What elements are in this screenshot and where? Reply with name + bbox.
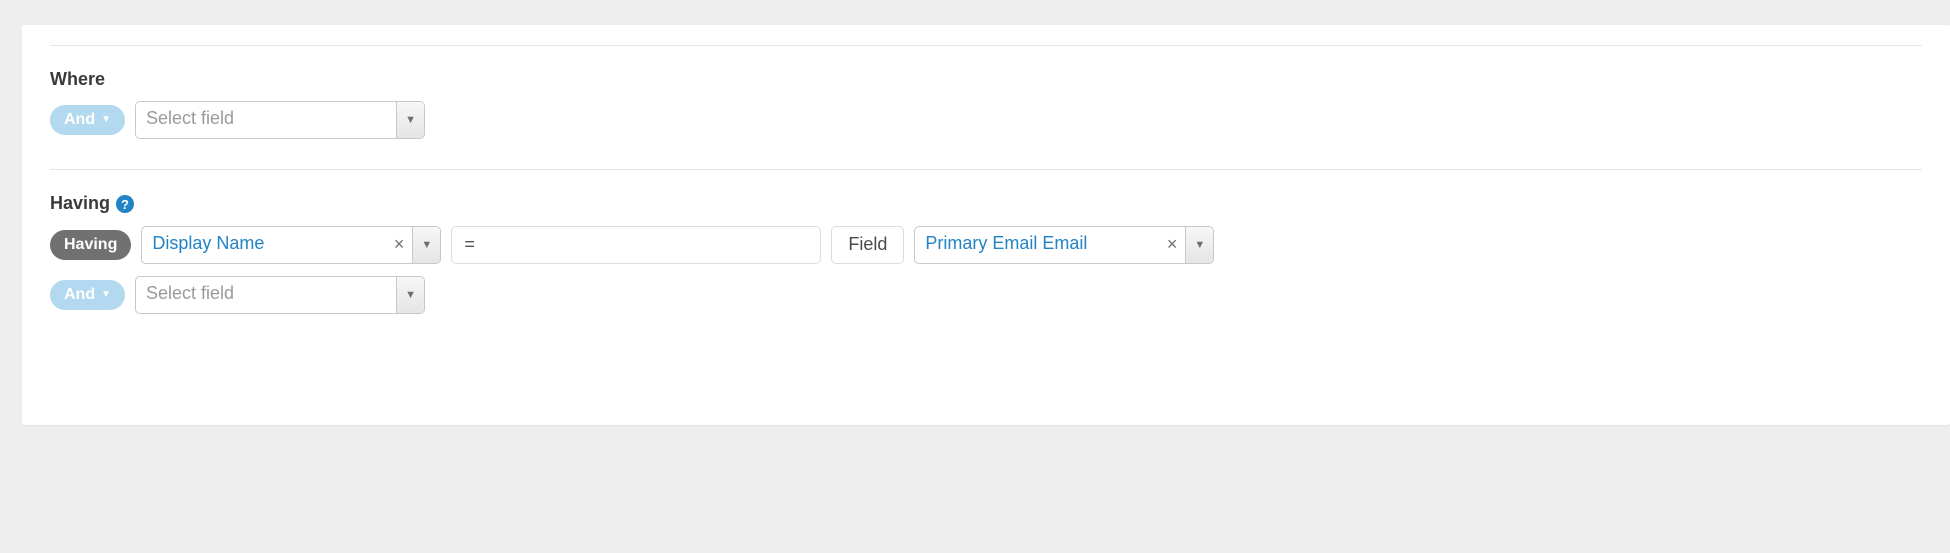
having-and-pill[interactable]: And ▼ [50, 280, 125, 310]
chevron-down-icon[interactable]: ▼ [396, 102, 424, 138]
chevron-down-icon[interactable]: ▼ [396, 277, 424, 313]
where-section: Where And ▼ Select field ▼ [50, 68, 1922, 139]
query-builder-card: Where And ▼ Select field ▼ Having ? [22, 25, 1950, 425]
chevron-down-icon: ▼ [101, 288, 111, 302]
where-field-select[interactable]: Select field ▼ [135, 101, 425, 139]
having-and-label: And [64, 284, 95, 306]
help-icon[interactable]: ? [116, 195, 134, 213]
having-right-field-value: Primary Email Email [915, 227, 1158, 263]
chevron-down-icon[interactable]: ▼ [412, 227, 440, 263]
clear-icon[interactable]: × [1159, 227, 1186, 263]
having-field-placeholder: Select field [136, 277, 396, 313]
having-left-field-value: Display Name [142, 227, 385, 263]
having-field-select[interactable]: Select field ▼ [135, 276, 425, 314]
where-row: And ▼ Select field ▼ [50, 101, 1922, 139]
having-add-row: And ▼ Select field ▼ [50, 276, 1922, 314]
where-and-pill[interactable]: And ▼ [50, 105, 125, 135]
having-right-field-select[interactable]: Primary Email Email × ▼ [914, 226, 1214, 264]
having-badge: Having [50, 230, 131, 260]
where-field-placeholder: Select field [136, 102, 396, 138]
having-compare-mode-value: Field [848, 234, 887, 255]
page-wrap: Where And ▼ Select field ▼ Having ? [0, 0, 1950, 425]
where-heading: Where [50, 68, 1922, 91]
having-left-field-select[interactable]: Display Name × ▼ [141, 226, 441, 264]
where-and-label: And [64, 109, 95, 131]
clear-icon[interactable]: × [386, 227, 413, 263]
having-operator-input[interactable]: = [451, 226, 821, 264]
having-heading-text: Having [50, 192, 110, 215]
chevron-down-icon: ▼ [101, 113, 111, 127]
having-compare-mode[interactable]: Field [831, 226, 904, 264]
having-heading: Having ? [50, 192, 1922, 215]
divider [50, 169, 1922, 170]
divider [50, 45, 1922, 46]
having-section: Having ? Having Display Name × ▼ = Field [50, 192, 1922, 313]
having-operator-value: = [464, 234, 475, 255]
where-heading-text: Where [50, 68, 105, 91]
having-condition-row: Having Display Name × ▼ = Field Primary … [50, 226, 1922, 264]
having-badge-label: Having [64, 234, 117, 256]
chevron-down-icon[interactable]: ▼ [1185, 227, 1213, 263]
